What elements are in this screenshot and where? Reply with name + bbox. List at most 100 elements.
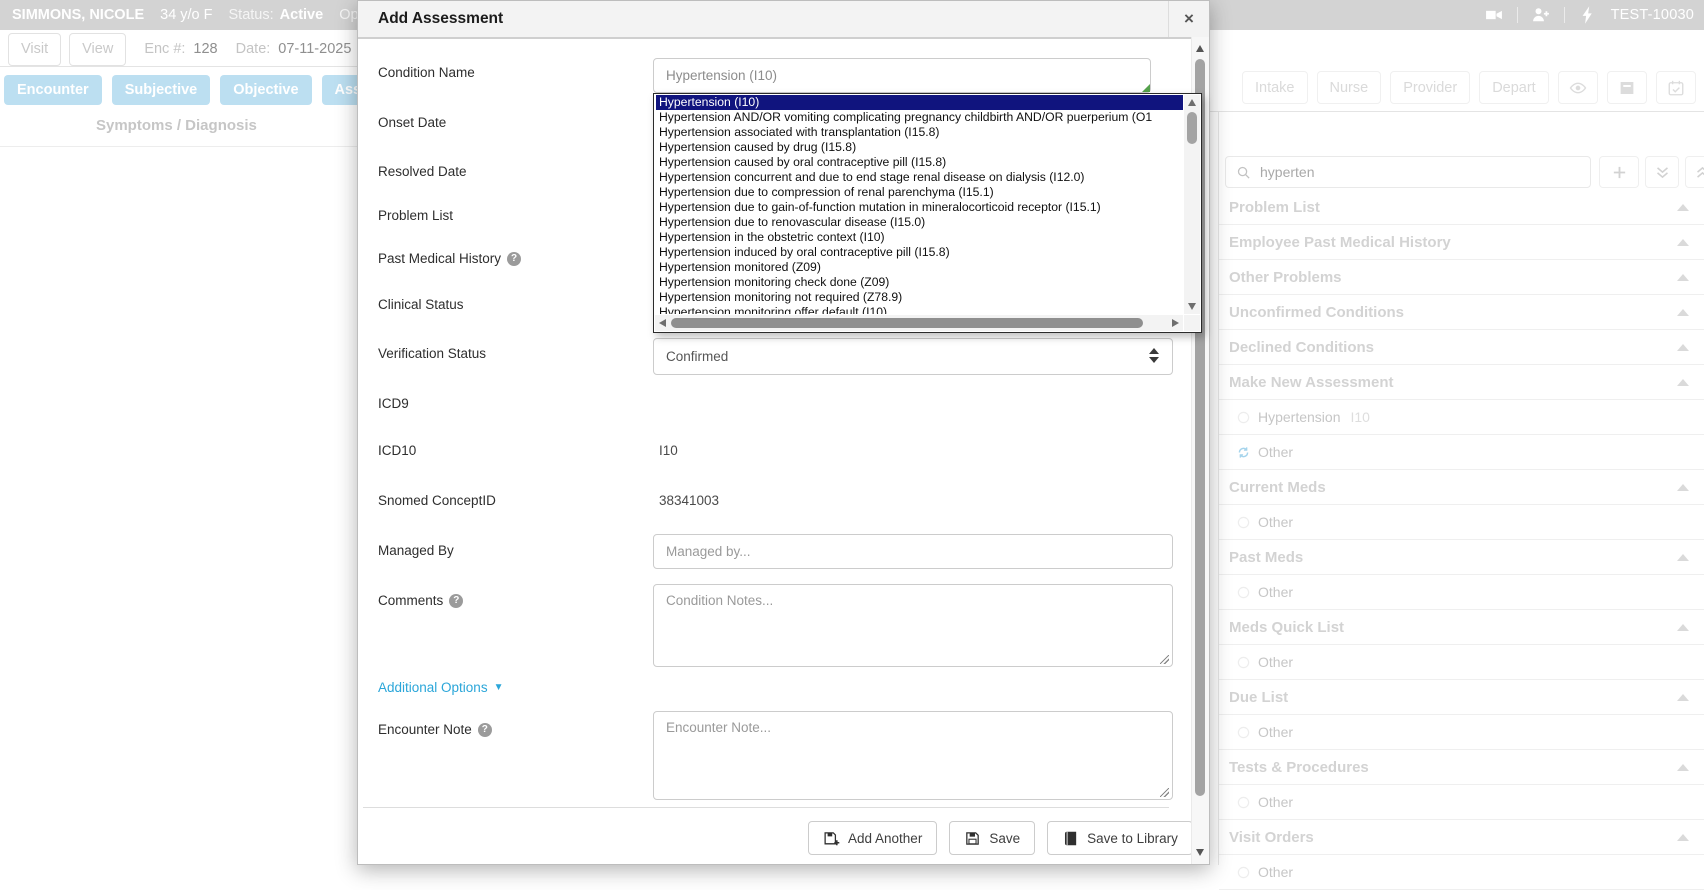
dropdown-option[interactable]: Hypertension AND/OR vomiting complicatin…: [656, 110, 1183, 125]
depart-button[interactable]: Depart: [1479, 71, 1549, 104]
sidebar-search-input[interactable]: hyperten: [1225, 156, 1591, 188]
divider: [0, 66, 357, 67]
dropdown-option[interactable]: Hypertension in the obstetric context (I…: [656, 230, 1183, 245]
lightning-icon[interactable]: [1578, 5, 1598, 25]
sidebar-item-other[interactable]: Other: [1219, 715, 1704, 750]
dropdown-option[interactable]: Hypertension induced by oral contracepti…: [656, 245, 1183, 260]
tab-subjective[interactable]: Subjective: [112, 75, 211, 105]
scroll-up-arrow[interactable]: [1196, 45, 1204, 52]
sidebar-item-other[interactable]: Other: [1219, 435, 1704, 470]
sidebar-header-past-meds[interactable]: Past Meds: [1219, 540, 1704, 575]
caret-up-icon[interactable]: [1677, 309, 1689, 316]
resize-handle[interactable]: [1160, 655, 1169, 664]
save-to-library-button[interactable]: Save to Library: [1047, 821, 1193, 855]
sidebar-header-declined-conditions[interactable]: Declined Conditions: [1219, 330, 1704, 365]
dropdown-option[interactable]: Hypertension monitoring check done (Z09): [656, 275, 1183, 290]
caret-up-icon[interactable]: [1677, 204, 1689, 211]
sidebar-item-other[interactable]: Other: [1219, 505, 1704, 540]
scrollbar-thumb[interactable]: [671, 318, 1143, 328]
managed-by-input[interactable]: [653, 534, 1173, 569]
sidebar-header-employee-past-medical-history[interactable]: Employee Past Medical History: [1219, 225, 1704, 260]
sidebar-item-hypertension[interactable]: HypertensionI10: [1219, 400, 1704, 435]
calendar-check-button[interactable]: [1656, 71, 1696, 104]
dropdown-option[interactable]: Hypertension due to compression of renal…: [656, 185, 1183, 200]
verification-status-select[interactable]: Confirmed: [653, 338, 1173, 375]
condition-name-label: Condition Name: [378, 65, 475, 80]
sidebar-header-meds-quick-list[interactable]: Meds Quick List: [1219, 610, 1704, 645]
sidebar-header-unconfirmed-conditions[interactable]: Unconfirmed Conditions: [1219, 295, 1704, 330]
sidebar-header-make-new-assessment[interactable]: Make New Assessment: [1219, 365, 1704, 400]
caret-up-icon[interactable]: [1677, 764, 1689, 771]
tab-encounter[interactable]: Encounter: [4, 75, 102, 105]
scroll-right-arrow[interactable]: [1172, 319, 1179, 327]
sidebar-item-other[interactable]: Other: [1219, 785, 1704, 820]
dropdown-option[interactable]: Hypertension (I10): [656, 95, 1183, 110]
visit-button[interactable]: Visit: [8, 33, 61, 66]
patient-summary: SIMMONS, NICOLE 34 y/o F Status: Active …: [12, 0, 359, 30]
additional-options-link[interactable]: Additional Options ▼: [378, 680, 503, 695]
dropdown-option[interactable]: Hypertension monitored (Z09): [656, 260, 1183, 275]
intake-button[interactable]: Intake: [1242, 71, 1308, 104]
dropdown-option[interactable]: Hypertension due to gain-of-function mut…: [656, 200, 1183, 215]
dropdown-option[interactable]: Hypertension caused by oral contraceptiv…: [656, 155, 1183, 170]
caret-up-icon[interactable]: [1677, 554, 1689, 561]
caret-up-icon[interactable]: [1677, 379, 1689, 386]
encounter-bar: Visit View Enc #: 128 Date: 07-11-2025: [8, 33, 351, 65]
sidebar-item-other[interactable]: Other: [1219, 575, 1704, 610]
encounter-note-textarea[interactable]: [653, 711, 1173, 800]
sidebar-header-current-meds[interactable]: Current Meds: [1219, 470, 1704, 505]
sidebar-header-problem-list[interactable]: Problem List: [1219, 190, 1704, 225]
scroll-down-arrow[interactable]: [1196, 849, 1204, 856]
sidebar-item-other[interactable]: Other: [1219, 855, 1704, 890]
expand-all-button[interactable]: [1645, 156, 1679, 188]
scroll-left-arrow[interactable]: [659, 319, 666, 327]
scroll-up-arrow[interactable]: [1188, 99, 1196, 106]
view-button[interactable]: View: [69, 33, 126, 66]
caret-up-icon[interactable]: [1677, 484, 1689, 491]
collapse-all-button[interactable]: [1685, 156, 1704, 188]
dropdown-option[interactable]: Hypertension monitoring offer default (I…: [656, 305, 1183, 314]
comments-textarea[interactable]: [653, 584, 1173, 667]
caret-up-icon[interactable]: [1677, 344, 1689, 351]
help-icon[interactable]: ?: [449, 594, 463, 608]
caret-up-icon[interactable]: [1677, 624, 1689, 631]
scrollbar-thumb[interactable]: [1187, 112, 1197, 144]
divider: [1517, 7, 1518, 23]
close-button[interactable]: ×: [1168, 1, 1209, 37]
dropdown-vertical-scrollbar[interactable]: [1184, 95, 1200, 314]
dropdown-option[interactable]: Hypertension caused by drug (I15.8): [656, 140, 1183, 155]
caret-up-icon[interactable]: [1677, 834, 1689, 841]
dropdown-option[interactable]: Hypertension associated with transplanta…: [656, 125, 1183, 140]
status-value: Active: [280, 7, 324, 23]
dropdown-option[interactable]: Hypertension monitoring not required (Z7…: [656, 290, 1183, 305]
caret-up-icon[interactable]: [1677, 239, 1689, 246]
help-icon[interactable]: ?: [478, 723, 492, 737]
scroll-down-arrow[interactable]: [1188, 303, 1196, 310]
nurse-button[interactable]: Nurse: [1317, 71, 1382, 104]
add-another-button[interactable]: Add Another: [808, 821, 937, 855]
sidebar-header-tests-procedures[interactable]: Tests & Procedures: [1219, 750, 1704, 785]
save-button[interactable]: Save: [949, 821, 1035, 855]
eye-button[interactable]: [1558, 71, 1598, 104]
help-icon[interactable]: ?: [507, 252, 521, 266]
dropdown-horizontal-scrollbar[interactable]: [655, 315, 1183, 331]
archive-box-button[interactable]: [1607, 71, 1647, 104]
tab-objective[interactable]: Objective: [220, 75, 311, 105]
sidebar-header-label: Past Meds: [1229, 549, 1303, 566]
resize-handle[interactable]: [1160, 788, 1169, 797]
sidebar-item-other[interactable]: Other: [1219, 645, 1704, 680]
dropdown-option[interactable]: Hypertension due to renovascular disease…: [656, 215, 1183, 230]
condition-name-input[interactable]: [653, 58, 1151, 93]
add-button[interactable]: [1599, 156, 1639, 188]
sidebar-header-visit-orders[interactable]: Visit Orders: [1219, 820, 1704, 855]
caret-up-icon[interactable]: [1677, 694, 1689, 701]
resize-handle-green[interactable]: [1142, 84, 1150, 92]
user-add-icon[interactable]: [1531, 5, 1551, 25]
provider-button[interactable]: Provider: [1390, 71, 1470, 104]
caret-up-icon[interactable]: [1677, 274, 1689, 281]
book-solid-icon: [1062, 830, 1079, 847]
video-camera-icon[interactable]: [1484, 5, 1504, 25]
sidebar-header-other-problems[interactable]: Other Problems: [1219, 260, 1704, 295]
sidebar-header-due-list[interactable]: Due List: [1219, 680, 1704, 715]
dropdown-option[interactable]: Hypertension concurrent and due to end s…: [656, 170, 1183, 185]
